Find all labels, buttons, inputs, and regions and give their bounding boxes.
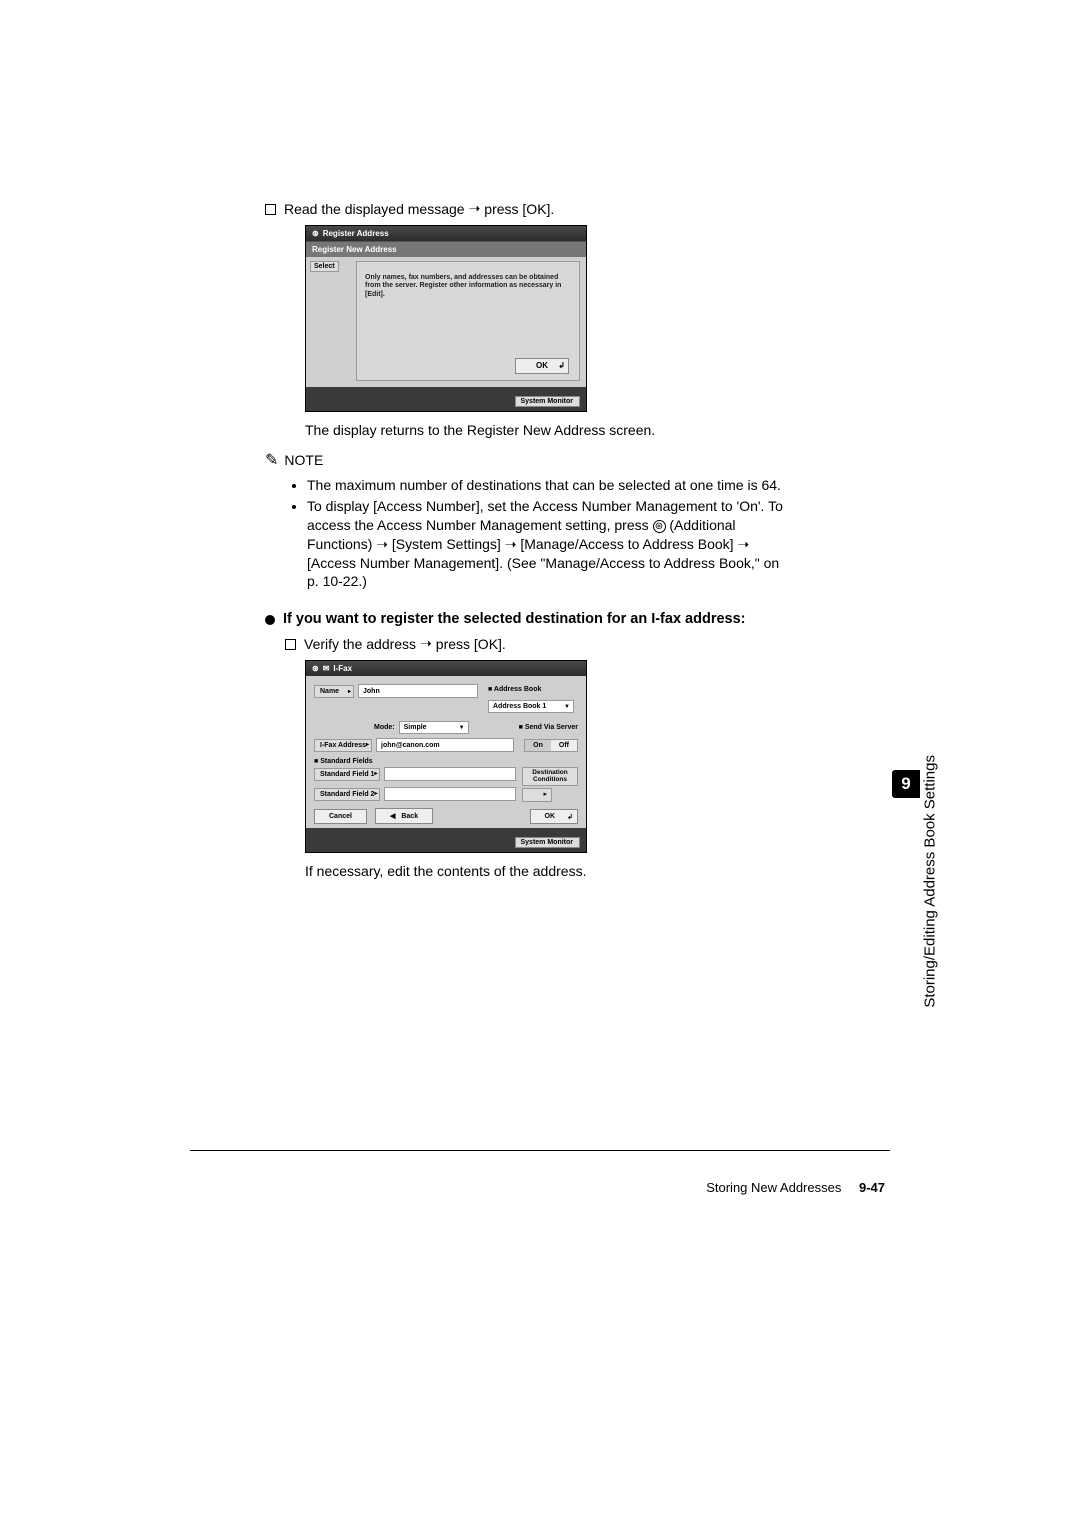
screenshot-ifax: ⊛ ✉ I-Fax Name John ■ Address Book Addre…	[305, 660, 587, 853]
ss1-message: Only names, fax numbers, and addresses c…	[365, 274, 571, 299]
after-text: If necessary, edit the contents of the a…	[305, 863, 785, 879]
note-label: NOTE	[284, 452, 323, 468]
checkbox-icon	[265, 204, 276, 215]
mode-label: Mode:	[374, 724, 395, 731]
address-book-heading: ■ Address Book	[488, 686, 578, 693]
side-chapter-tab: 9	[892, 770, 920, 798]
std-field-2-input[interactable]	[384, 787, 516, 801]
globe-icon: ⊛	[312, 664, 319, 673]
toggle-off[interactable]: Off	[551, 740, 577, 751]
screenshot-register-address: ⊛ Register Address Register New Address …	[305, 225, 587, 412]
ifax-address-field[interactable]: john@canon.com	[376, 738, 514, 752]
page-footer: Storing New Addresses 9-47	[706, 1180, 885, 1195]
name-field[interactable]: John	[358, 684, 478, 698]
send-via-server-heading: ■ Send Via Server	[519, 724, 578, 731]
additional-functions-icon: ⊛	[653, 520, 666, 533]
ss1-subtitle: Register New Address	[306, 241, 586, 257]
select-button[interactable]: Select	[310, 261, 339, 272]
send-via-server-toggle[interactable]: On Off	[524, 739, 578, 752]
ok-button[interactable]: OK	[515, 358, 569, 374]
destination-conditions-button[interactable]: Destination Conditions	[522, 767, 578, 786]
standard-fields-heading: ■ Standard Fields	[314, 758, 578, 765]
side-chapter-title: Storing/Editing Address Book Settings	[922, 755, 939, 1008]
step1-suffix: press [OK].	[484, 201, 554, 217]
ss1-message-box: Only names, fax numbers, and addresses c…	[356, 261, 580, 381]
step2-prefix: Verify the address	[304, 636, 416, 652]
cancel-button[interactable]: Cancel	[314, 809, 367, 824]
instruction-read-message: Read the displayed message ➝ press [OK].	[265, 200, 785, 217]
back-button[interactable]: ◀ Back	[375, 808, 433, 824]
system-monitor-button[interactable]: System Monitor	[515, 837, 580, 848]
address-book-dropdown[interactable]: Address Book 1	[488, 700, 574, 713]
std-field-1-input[interactable]	[384, 767, 516, 781]
step2-suffix: press [OK].	[436, 636, 506, 652]
pencil-icon: ✎	[265, 450, 278, 470]
instruction-verify-address: Verify the address ➝ press [OK].	[285, 635, 785, 652]
note-heading: ✎ NOTE	[265, 450, 785, 470]
section-heading: If you want to register the selected des…	[265, 611, 785, 627]
ss2-titlebar: ⊛ ✉ I-Fax	[306, 661, 586, 676]
name-button[interactable]: Name	[314, 685, 354, 698]
ss1-titlebar: ⊛ Register Address	[306, 226, 586, 241]
mail-icon: ✉	[323, 664, 330, 673]
note-item-2: To display [Access Number], set the Acce…	[307, 497, 785, 591]
note-item-1: The maximum number of destinations that …	[307, 476, 785, 495]
system-monitor-button[interactable]: System Monitor	[515, 396, 580, 407]
step1-prefix: Read the displayed message	[284, 201, 465, 217]
arrow-icon: ➝	[420, 635, 432, 652]
ss2-title: I-Fax	[333, 664, 352, 673]
checkbox-icon	[285, 639, 296, 650]
globe-icon: ⊛	[312, 229, 319, 238]
arrow-icon: ➝	[737, 536, 749, 552]
footer-section: Storing New Addresses	[706, 1180, 841, 1195]
footer-rule	[190, 1150, 890, 1151]
bullet-icon	[265, 615, 275, 625]
destination-conditions-arrow-button[interactable]: ▸	[522, 788, 552, 802]
toggle-on[interactable]: On	[525, 740, 551, 751]
arrow-icon: ➝	[376, 536, 388, 552]
ifax-address-button[interactable]: I-Fax Address	[314, 739, 372, 752]
note-list: The maximum number of destinations that …	[307, 476, 785, 591]
std-field-2-button[interactable]: Standard Field 2	[314, 788, 380, 801]
mode-dropdown[interactable]: Simple	[399, 721, 469, 734]
ss1-title: Register Address	[323, 229, 389, 238]
arrow-icon: ➝	[505, 536, 517, 552]
footer-page-number: 9-47	[859, 1180, 885, 1195]
std-field-1-button[interactable]: Standard Field 1	[314, 768, 380, 781]
arrow-icon: ➝	[469, 200, 481, 217]
return-text: The display returns to the Register New …	[305, 422, 785, 438]
ok-button[interactable]: OK	[530, 809, 579, 824]
section-title: If you want to register the selected des…	[283, 611, 746, 627]
